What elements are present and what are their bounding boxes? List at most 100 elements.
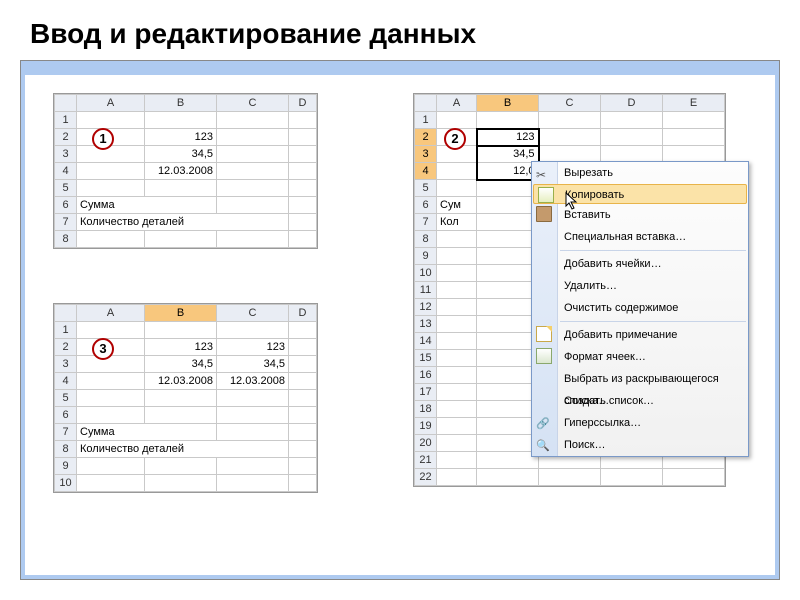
row-header[interactable]: 20	[415, 435, 437, 452]
col-header-a[interactable]: A	[77, 95, 145, 112]
cell[interactable]: 12.03.2008	[217, 373, 289, 390]
col-header-a[interactable]: A	[77, 305, 145, 322]
row-header[interactable]: 6	[55, 197, 77, 214]
cell[interactable]: 123	[217, 339, 289, 356]
row-header[interactable]: 8	[415, 231, 437, 248]
callout-badge-3: 3	[92, 338, 114, 360]
row-header[interactable]: 10	[55, 475, 77, 492]
row-header[interactable]: 1	[55, 322, 77, 339]
col-header-d[interactable]: D	[289, 95, 317, 112]
row-header[interactable]: 6	[55, 407, 77, 424]
row-header[interactable]: 3	[415, 146, 437, 163]
cell[interactable]: Количество деталей	[77, 441, 289, 458]
menu-item-comment[interactable]: Добавить примечание	[532, 324, 748, 346]
row-header[interactable]: 10	[415, 265, 437, 282]
cell[interactable]: 123	[145, 339, 217, 356]
menu-item-create-list[interactable]: Создать список…	[532, 390, 748, 412]
col-header-e[interactable]: E	[663, 95, 725, 112]
row-header[interactable]: 9	[415, 248, 437, 265]
cursor-icon	[565, 192, 579, 210]
row-header[interactable]: 7	[415, 214, 437, 231]
row-header[interactable]: 4	[415, 163, 437, 180]
row-header[interactable]: 18	[415, 401, 437, 418]
menu-label: Удалить…	[564, 280, 617, 292]
col-header-c[interactable]: C	[217, 305, 289, 322]
callout-badge-2: 2	[444, 128, 466, 150]
cell[interactable]: Сум	[437, 197, 477, 214]
col-header-c[interactable]: C	[539, 95, 601, 112]
cell[interactable]: 34,5	[145, 146, 217, 163]
menu-label: Вырезать	[564, 167, 613, 179]
cell-selected[interactable]: 123	[477, 129, 539, 146]
row-header[interactable]: 17	[415, 384, 437, 401]
row-header[interactable]: 7	[55, 424, 77, 441]
menu-item-clear[interactable]: Очистить содержимое	[532, 297, 748, 319]
row-header[interactable]: 16	[415, 367, 437, 384]
cell[interactable]: 12.03.2008	[145, 163, 217, 180]
cell[interactable]: Сумма	[77, 197, 217, 214]
menu-item-format-cells[interactable]: Формат ячеек…	[532, 346, 748, 368]
row-header[interactable]: 8	[55, 441, 77, 458]
row-header[interactable]: 5	[415, 180, 437, 197]
slide-canvas: A B C D 1 2123 334,5 412.03.2008 5 6Сумм…	[20, 60, 780, 580]
menu-item-hyperlink[interactable]: Гиперссылка…	[532, 412, 748, 434]
row-header[interactable]: 3	[55, 356, 77, 373]
cell[interactable]: Сумма	[77, 424, 217, 441]
row-header[interactable]: 1	[415, 112, 437, 129]
row-header[interactable]: 2	[55, 129, 77, 146]
menu-item-cut[interactable]: Вырезать	[532, 162, 748, 184]
row-header[interactable]: 6	[415, 197, 437, 214]
col-header-b[interactable]: B	[145, 95, 217, 112]
menu-label: Очистить содержимое	[564, 302, 678, 314]
row-header[interactable]: 5	[55, 180, 77, 197]
col-header-d[interactable]: D	[289, 305, 317, 322]
row-header[interactable]: 12	[415, 299, 437, 316]
row-header[interactable]: 11	[415, 282, 437, 299]
row-header[interactable]: 7	[55, 214, 77, 231]
row-header[interactable]: 22	[415, 469, 437, 486]
col-header-d[interactable]: D	[601, 95, 663, 112]
row-header[interactable]: 1	[55, 112, 77, 129]
menu-item-find[interactable]: Поиск…	[532, 434, 748, 456]
row-header[interactable]: 19	[415, 418, 437, 435]
grid[interactable]: A B C D 1 2 123 3 34,5 4 12.03.2008 5 6Сумм…	[54, 94, 317, 248]
cell[interactable]: 34,5	[145, 356, 217, 373]
cell[interactable]: 34,5	[217, 356, 289, 373]
cell[interactable]: 123	[145, 129, 217, 146]
hyperlink-icon	[536, 414, 552, 430]
find-icon	[536, 436, 552, 452]
row-header[interactable]: 4	[55, 373, 77, 390]
row-header[interactable]: 8	[55, 231, 77, 248]
cell[interactable]: 12,0	[477, 163, 539, 180]
row-header[interactable]: 21	[415, 452, 437, 469]
menu-label: Специальная вставка…	[564, 231, 686, 243]
grid[interactable]: A B C D 1 2123123 334,534,5 412.03.20081…	[54, 304, 317, 492]
col-header-b[interactable]: B	[145, 305, 217, 322]
format-cells-icon	[536, 348, 552, 364]
menu-label: Формат ячеек…	[564, 351, 646, 363]
cell[interactable]: Кол	[437, 214, 477, 231]
row-header[interactable]: 2	[55, 339, 77, 356]
menu-item-pick-from-list[interactable]: Выбрать из раскрывающегося списка…	[532, 368, 748, 390]
row-header[interactable]: 4	[55, 163, 77, 180]
select-all[interactable]	[55, 305, 77, 322]
cell[interactable]: Количество деталей	[77, 214, 289, 231]
col-header-c[interactable]: C	[217, 95, 289, 112]
col-header-b[interactable]: B	[477, 95, 539, 112]
row-header[interactable]: 2	[415, 129, 437, 146]
row-header[interactable]: 13	[415, 316, 437, 333]
row-header[interactable]: 9	[55, 458, 77, 475]
col-header-a[interactable]: A	[437, 95, 477, 112]
select-all[interactable]	[55, 95, 77, 112]
row-header[interactable]: 3	[55, 146, 77, 163]
select-all[interactable]	[415, 95, 437, 112]
cell[interactable]: 12.03.2008	[145, 373, 217, 390]
menu-separator	[560, 250, 746, 251]
row-header[interactable]: 5	[55, 390, 77, 407]
menu-item-insert-cells[interactable]: Добавить ячейки…	[532, 253, 748, 275]
row-header[interactable]: 15	[415, 350, 437, 367]
row-header[interactable]: 14	[415, 333, 437, 350]
menu-item-delete[interactable]: Удалить…	[532, 275, 748, 297]
cell[interactable]: 34,5	[477, 146, 539, 163]
menu-item-paste-special[interactable]: Специальная вставка…	[532, 226, 748, 248]
